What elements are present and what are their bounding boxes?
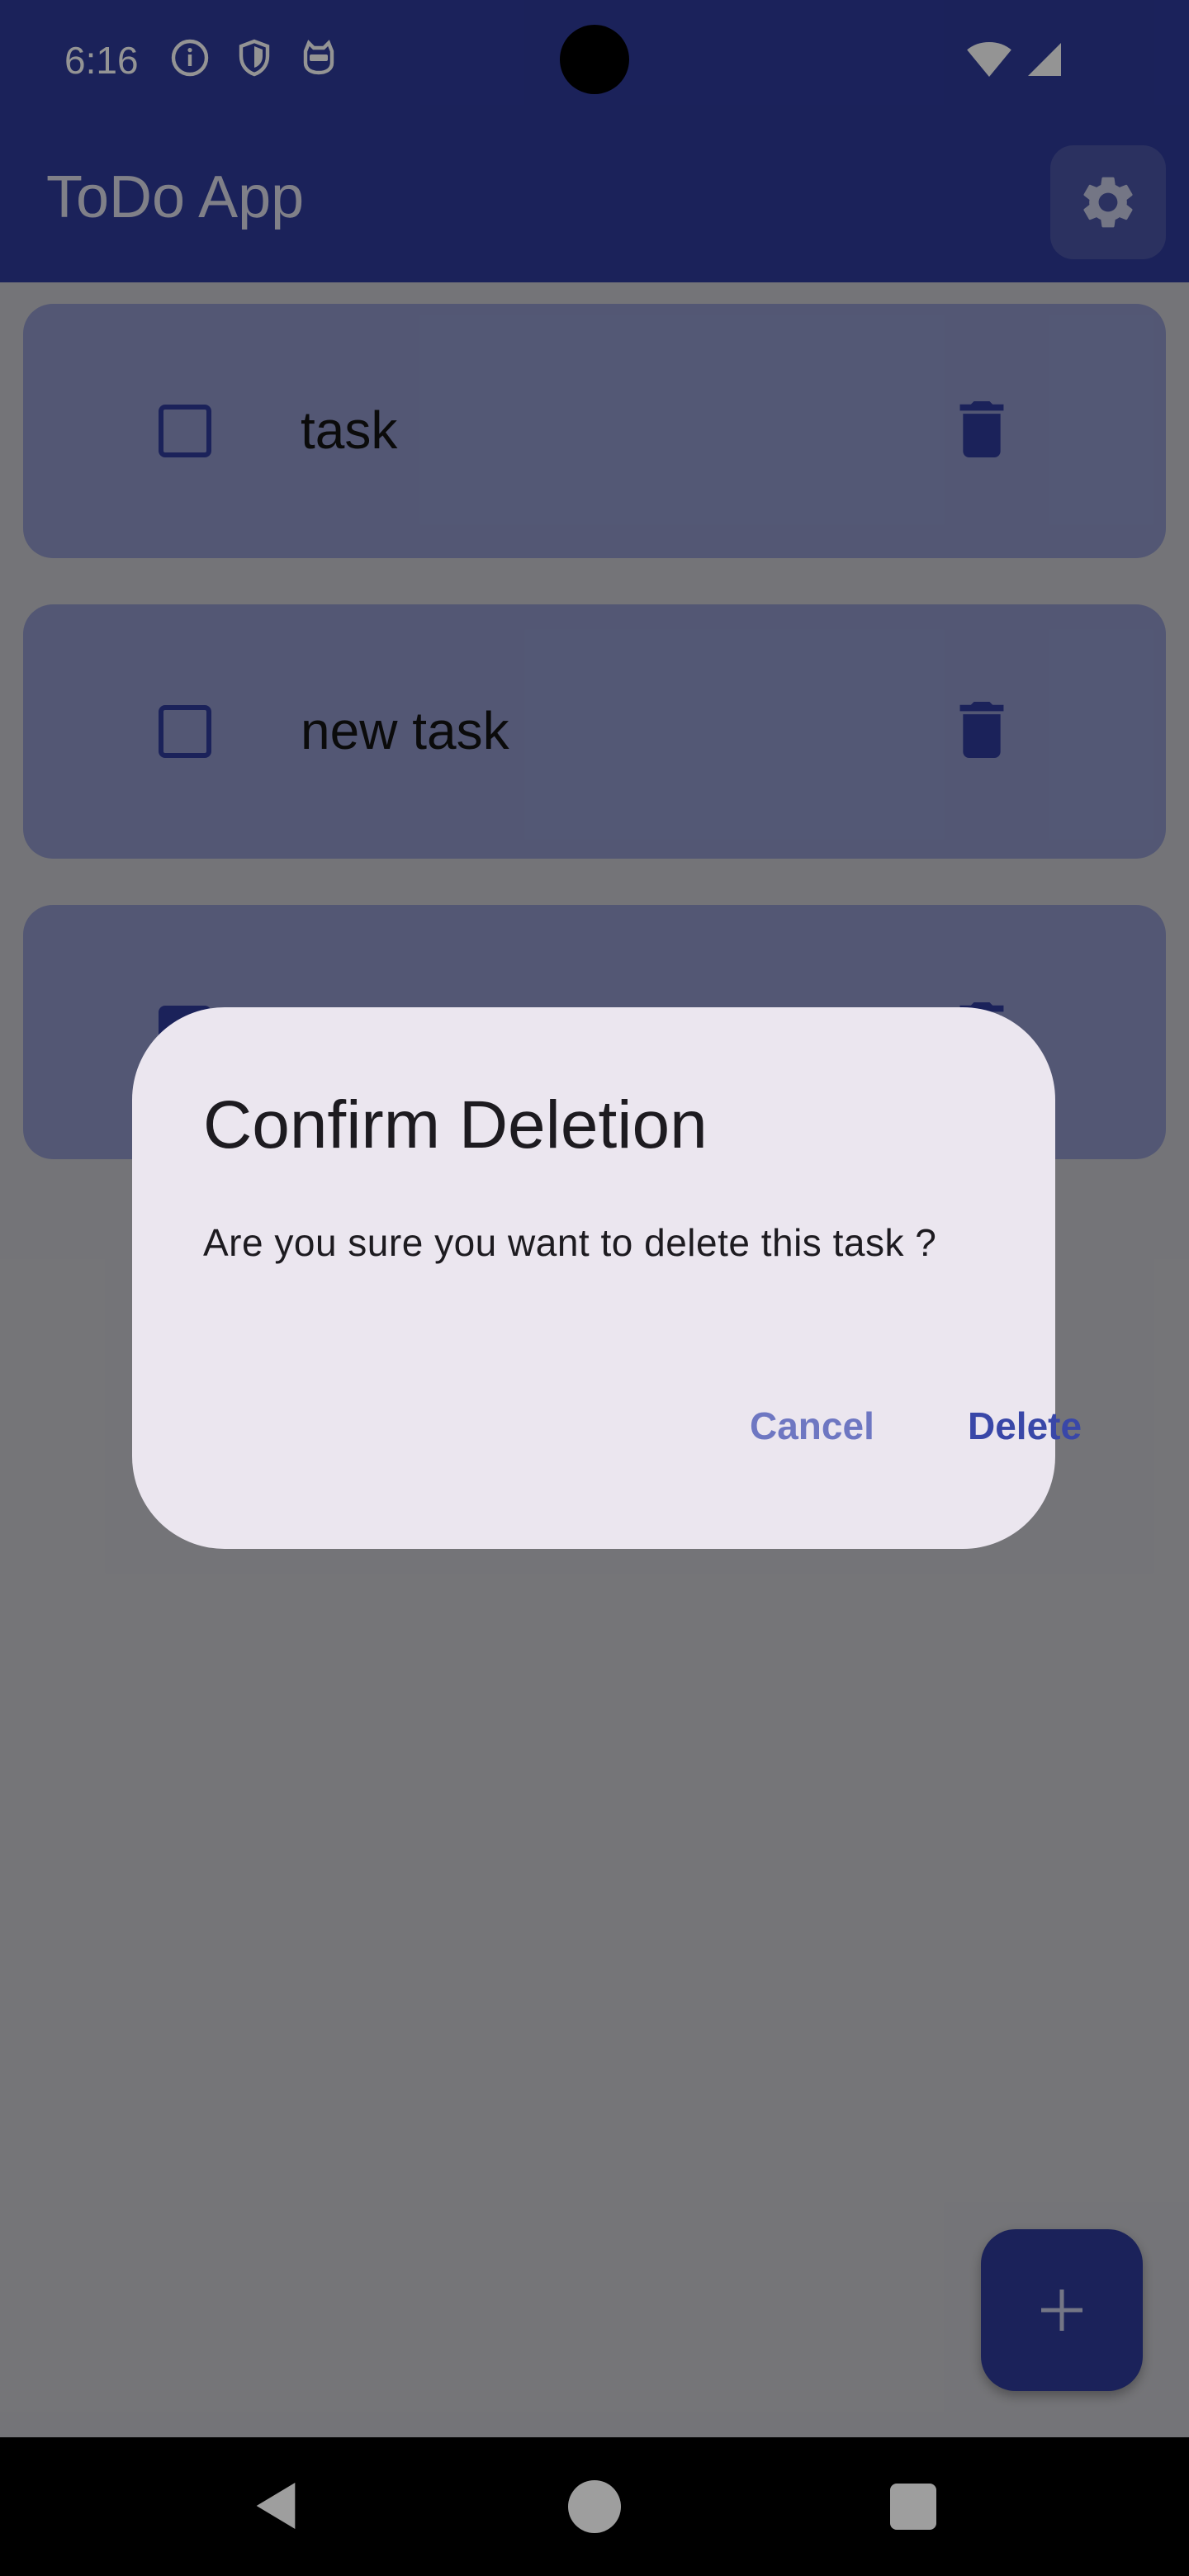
confirm-delete-dialog: Confirm Deletion Are you sure you want t… — [132, 1007, 1082, 1549]
dialog-title: Confirm Deletion — [203, 1087, 708, 1163]
dialog-message: Are you sure you want to delete this tas… — [203, 1221, 937, 1264]
recents-icon[interactable] — [890, 2484, 936, 2530]
delete-button[interactable]: Delete — [948, 1387, 1101, 1465]
home-icon[interactable] — [568, 2480, 621, 2533]
cancel-button[interactable]: Cancel — [730, 1387, 894, 1465]
back-icon[interactable] — [253, 2479, 299, 2533]
screen: 6:16 ToDo App task new task Confirm Dele… — [0, 0, 1189, 2576]
navigation-bar — [0, 2437, 1189, 2576]
